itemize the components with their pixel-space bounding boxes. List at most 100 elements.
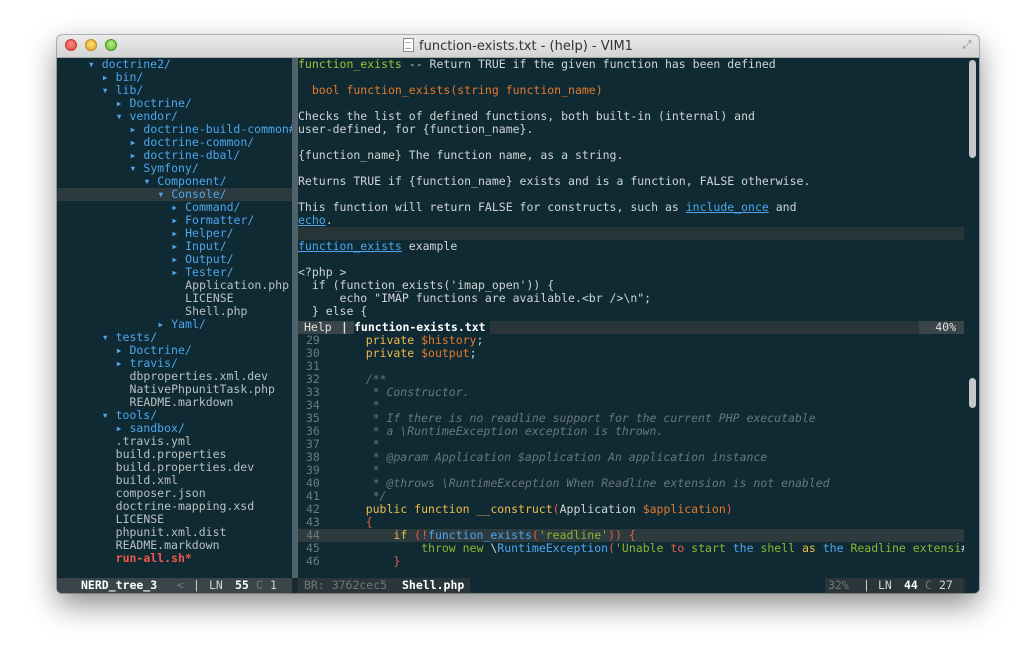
help-line: Returns TRUE if {function_name} exists a… <box>298 174 811 188</box>
code-line[interactable]: 33 * Constructor. <box>298 386 964 399</box>
code-token: { <box>365 515 373 529</box>
code-line[interactable]: 36 * a \RuntimeException exception is th… <box>298 425 964 438</box>
tree-file-item[interactable]: LICENSE <box>57 292 292 305</box>
help-line: user-defined, for {function_name}. <box>298 122 534 136</box>
nerdtree-status-name: NERD_tree_3 <box>81 578 158 592</box>
tree-file-item[interactable]: README.markdown <box>57 396 292 409</box>
help-topic-name: function_exists <box>298 58 402 71</box>
code-token: throw new <box>421 541 491 555</box>
help-status-file: function-exists.txt <box>354 321 490 334</box>
nerdtree-status-ln-label: LN <box>209 578 223 592</box>
code-token: start <box>691 541 733 555</box>
code-token: ( <box>552 502 560 516</box>
code-line[interactable]: 40 * @throws \RuntimeException When Read… <box>298 477 964 490</box>
help-signature: bool function_exists(string function_nam… <box>298 83 603 97</box>
code-line[interactable]: 38 * @param Application $application An … <box>298 451 964 464</box>
tree-file-item[interactable]: doctrine-mapping.xsd <box>57 500 292 513</box>
fullscreen-icon[interactable]: ⤢ <box>961 39 973 51</box>
help-status-separator: | <box>341 320 348 334</box>
code-token: __construct <box>476 502 553 516</box>
line-number: 46 <box>306 554 320 568</box>
code-token: ; <box>469 346 477 360</box>
code-line[interactable]: 31 <box>298 360 964 373</box>
status-ln-label: LN <box>878 578 892 592</box>
tree-item-label: ▸ Yaml/ <box>157 317 206 331</box>
code-token: $output <box>421 346 470 360</box>
code-token: the <box>822 541 851 555</box>
code-line[interactable]: 42 public function __construct(Applicati… <box>298 503 964 516</box>
help-text: and <box>768 200 797 214</box>
code-token: ( <box>531 528 539 542</box>
code-token: to <box>670 541 692 555</box>
code-token: * @param Application $application An app… <box>338 450 768 464</box>
code-token: ; <box>476 334 484 347</box>
help-line: function_exists example <box>298 240 457 253</box>
tree-file-item[interactable]: run-all.sh* <box>57 552 292 565</box>
help-topic-summary: -- Return TRUE if the given function has… <box>401 58 776 71</box>
help-link-include-once[interactable]: include_once <box>686 200 769 214</box>
help-code-line: } else { <box>298 304 368 318</box>
tree-file-item[interactable]: Application.php <box>57 279 292 292</box>
help-link-function-exists[interactable]: function_exists <box>298 239 402 253</box>
code-token: * <box>338 398 380 412</box>
help-link-echo[interactable]: echo <box>298 213 326 227</box>
code-token: Readline extensi <box>850 541 962 555</box>
document-icon <box>403 38 415 52</box>
status-col-label: C <box>925 578 932 592</box>
help-line: function_exists -- Return TRUE if the gi… <box>298 58 776 71</box>
help-text: . <box>325 213 333 227</box>
help-status-fill <box>490 321 919 334</box>
editor-status: BR: 3762cec5 Shell.php 32% | LN 44 C 27 <box>298 578 964 593</box>
code-token: )) { <box>608 528 636 542</box>
code-token: ) <box>725 502 733 516</box>
code-token: /** <box>338 372 387 386</box>
tree-dir-item[interactable]: ▸ bin/ <box>57 71 292 84</box>
help-line: echo. <box>298 214 333 227</box>
window-title-area: function-exists.txt - (help) - VIM1 <box>57 38 979 54</box>
tree-item-label: run-all.sh* <box>115 551 192 565</box>
tree-dir-item[interactable]: ▸ Yaml/ <box>57 318 292 331</box>
nerdtree-status: NERD_tree_3 < | LN 55 C 1 <box>57 578 292 593</box>
nerdtree-status-ln: 55 <box>235 578 249 592</box>
code-line[interactable]: 30 private $output; <box>298 347 964 360</box>
window-title: function-exists.txt - (help) - VIM1 <box>419 39 633 54</box>
code-token: * Constructor. <box>338 385 470 399</box>
help-text: example <box>401 239 458 253</box>
help-pane[interactable]: function_exists -- Return TRUE if the gi… <box>298 58 964 321</box>
help-scroll-thumb[interactable] <box>969 60 976 158</box>
code-token: Application <box>559 502 643 516</box>
code-token: * @throws \RuntimeException When Readlin… <box>338 476 830 490</box>
nerdtree-status-col-label: C <box>256 578 263 592</box>
nerdtree-pane[interactable]: ▾ doctrine2/▸ bin/▾ lib/▸ Doctrine/▾ ven… <box>57 58 292 578</box>
nerdtree-status-sep: | <box>193 578 200 592</box>
code-line[interactable]: 46 } <box>298 555 964 568</box>
code-editor-pane[interactable]: 29 private $history; 30 private $output; 3… <box>298 334 964 578</box>
code-token: */ <box>338 489 387 503</box>
status-sep: | <box>863 578 870 592</box>
code-token: public function <box>365 502 477 516</box>
help-line: This function will return FALSE for cons… <box>298 201 797 214</box>
code-token: * <box>338 437 380 451</box>
code-token: ( <box>608 541 615 555</box>
title-bar: function-exists.txt - (help) - VIM1 ⤢ <box>57 35 979 58</box>
code-token: # <box>961 541 964 555</box>
help-line: {function_name} The function name, as a … <box>298 148 624 162</box>
nerdtree-status-col: 1 <box>270 578 277 592</box>
right-scrollbar[interactable] <box>967 58 979 593</box>
help-status-percent: 40% <box>935 320 956 334</box>
tree-dir-item[interactable]: ▾ doctrine2/ <box>57 58 292 71</box>
status-ln: 44 <box>904 578 918 592</box>
code-token: as <box>801 541 823 555</box>
vim-window: function-exists.txt - (help) - VIM1 ⤢ ▾ … <box>57 35 979 593</box>
code-token: 'Unable <box>615 541 671 555</box>
code-token: function_exists <box>428 528 532 542</box>
status-fill <box>470 578 825 593</box>
status-branch: BR: 3762cec5 <box>304 578 388 592</box>
code-token: * If there is no readline support for th… <box>338 411 816 425</box>
code-scroll-thumb[interactable] <box>969 378 976 408</box>
code-token: } <box>393 554 401 568</box>
